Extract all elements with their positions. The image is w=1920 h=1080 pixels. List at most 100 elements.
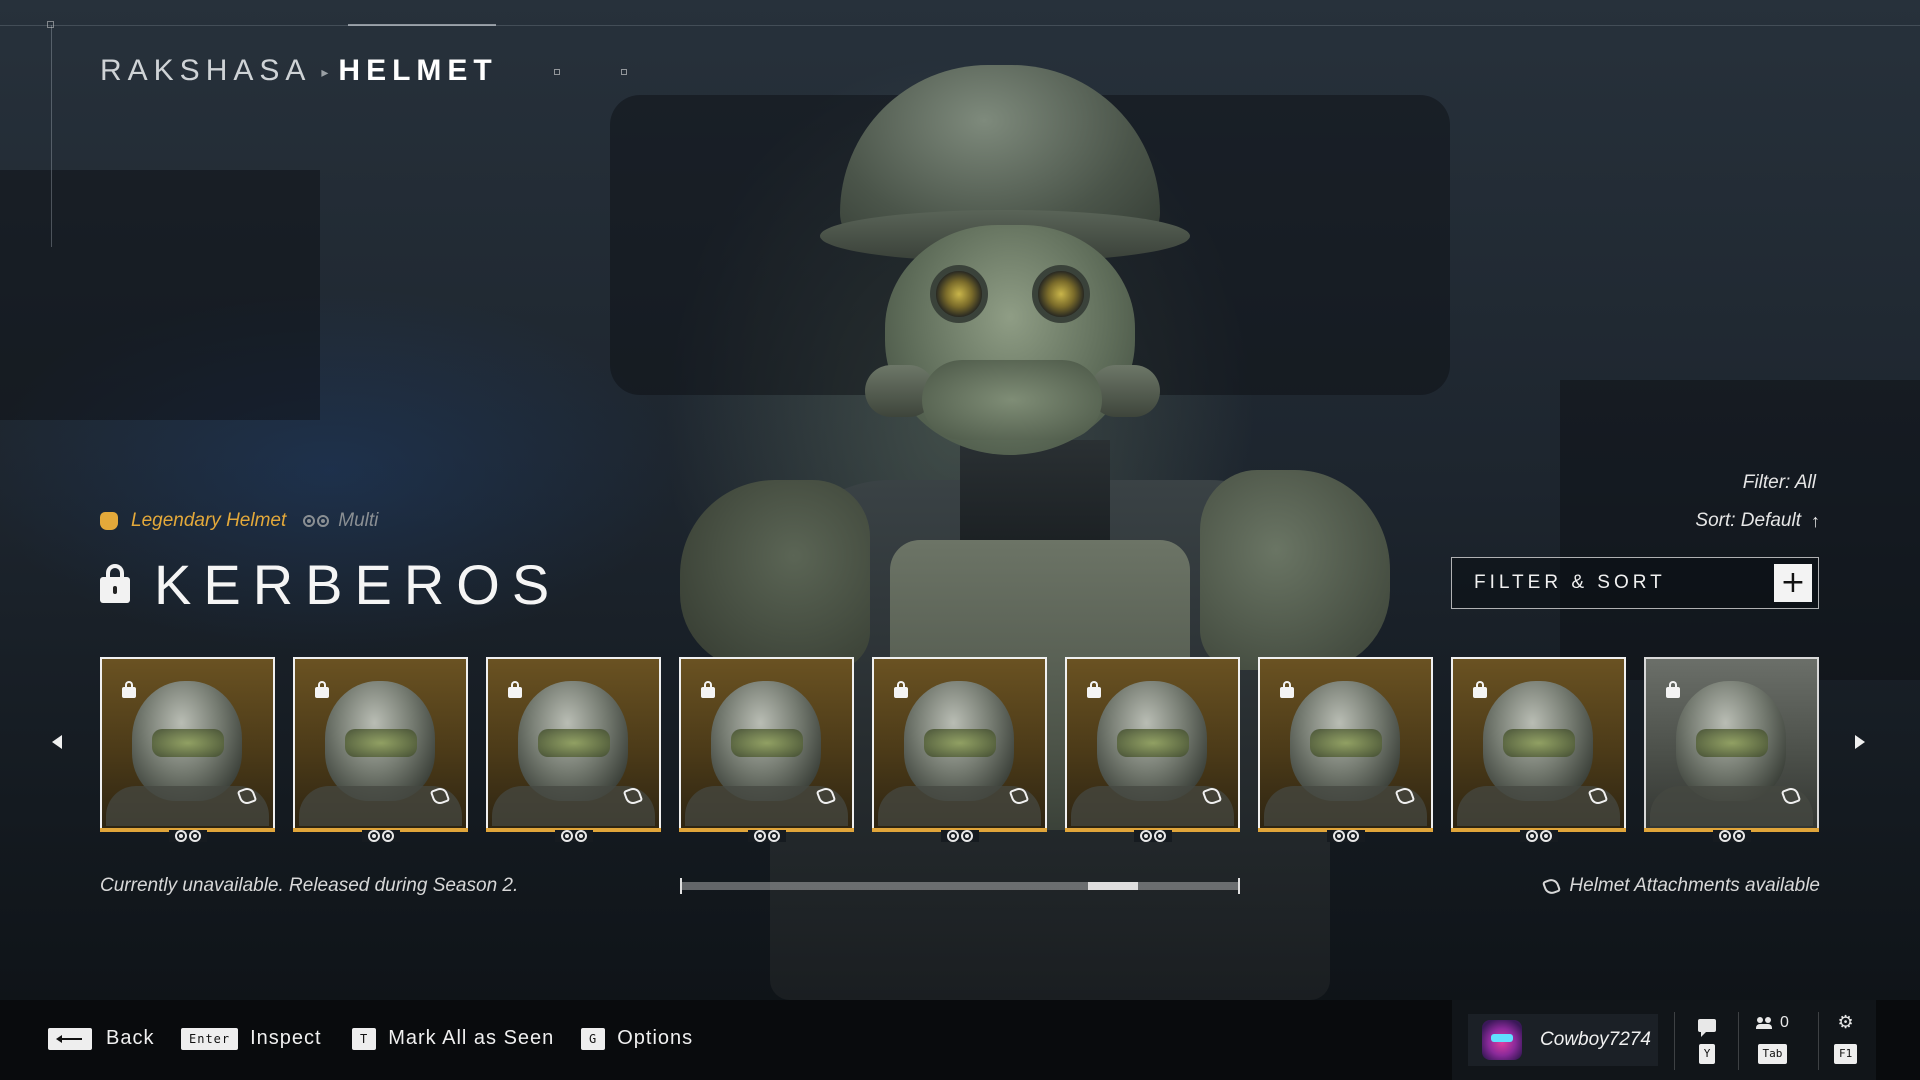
armor-shoulder-right: [1200, 470, 1390, 670]
divider: [1738, 1012, 1739, 1070]
rarity-label: Legendary Helmet: [131, 510, 287, 531]
multiplayer-icon: [1519, 830, 1558, 842]
corner-marker: [47, 21, 54, 28]
scrollbar-cap-left: [680, 878, 682, 894]
availability-status: Currently unavailable. Released during S…: [100, 875, 519, 896]
plus-icon: +: [1774, 564, 1812, 602]
multiplayer-icon: [302, 515, 330, 527]
helmet-card-5[interactable]: [872, 657, 1047, 842]
social-key: Tab: [1757, 1044, 1788, 1064]
attachments-label: Helmet Attachments available: [1569, 875, 1820, 896]
gear-icon: ⚙: [1837, 1012, 1854, 1033]
carousel-scrollbar[interactable]: [680, 878, 1240, 894]
back-hint[interactable]: Back: [48, 1027, 154, 1050]
sort-status: Sort: Default ↑: [1695, 510, 1820, 532]
top-rule-highlight: [348, 24, 496, 26]
helmet-card-8[interactable]: [1451, 657, 1626, 842]
chat-key: Y: [1698, 1044, 1716, 1064]
multiplayer-icon: [1326, 830, 1365, 842]
inspect-key: Enter: [181, 1027, 239, 1050]
options-key: G: [581, 1027, 606, 1050]
people-icon: [1756, 1017, 1772, 1029]
side-rule: [51, 25, 52, 247]
lock-icon: [894, 681, 908, 698]
mark-all-seen-hint[interactable]: T Mark All as Seen: [352, 1027, 554, 1050]
top-rule: [0, 25, 1920, 26]
scrollbar-track: [680, 882, 1240, 890]
helmet-visor: [1503, 729, 1575, 757]
helmet-visor: [1696, 729, 1768, 757]
lock-icon: [315, 681, 329, 698]
armor-shoulder-left: [680, 480, 870, 670]
filter-sort-button[interactable]: FILTER & SORT +: [1451, 557, 1819, 609]
multiplayer-icon: [168, 830, 207, 842]
mask-eye-right: [1032, 265, 1090, 323]
options-hint[interactable]: G Options: [581, 1027, 693, 1050]
item-tags: Legendary Helmet Multi: [100, 510, 378, 532]
lock-icon: [1666, 681, 1680, 698]
item-name: KERBEROS: [154, 553, 562, 616]
inspect-hint[interactable]: Enter Inspect: [181, 1027, 322, 1050]
mask-eye-left: [930, 265, 988, 323]
breadcrumb: RAKSHASA ▸ HELMET: [100, 54, 498, 88]
lock-icon: [1473, 681, 1487, 698]
helmet-card-9[interactable]: [1644, 657, 1819, 842]
breadcrumb-separator-icon: ▸: [321, 63, 329, 80]
multiplayer-icon: [747, 830, 786, 842]
helmet-visor: [1117, 729, 1189, 757]
back-label: Back: [106, 1027, 155, 1049]
settings-key: F1: [1834, 1044, 1858, 1064]
header-marker-dot: [554, 69, 560, 75]
divider: [1674, 1012, 1675, 1070]
helmet-visor: [538, 729, 610, 757]
gamertag: Cowboy7274: [1540, 1029, 1651, 1050]
mark-all-seen-label: Mark All as Seen: [388, 1027, 555, 1049]
multiplayer-icon: [554, 830, 593, 842]
helmet-carousel: [100, 657, 1820, 842]
lock-icon: [508, 681, 522, 698]
settings-button[interactable]: ⚙ F1: [1834, 1012, 1858, 1064]
attachments-info: Helmet Attachments available: [1542, 875, 1820, 897]
options-label: Options: [617, 1027, 694, 1049]
multiplayer-icon: [940, 830, 979, 842]
carousel-prev-arrow-icon[interactable]: [52, 735, 62, 749]
back-key-icon: [48, 1027, 92, 1050]
helmet-visor: [1310, 729, 1382, 757]
sort-status-label: Sort: Default: [1695, 510, 1801, 531]
mask-filter: [922, 360, 1102, 440]
helmet-visor: [731, 729, 803, 757]
mode-label: Multi: [338, 510, 379, 531]
multiplayer-icon: [361, 830, 400, 842]
carousel-next-arrow-icon[interactable]: [1855, 735, 1865, 749]
multiplayer-icon: [1712, 830, 1751, 842]
helmet-card-6[interactable]: [1065, 657, 1240, 842]
filter-status: Filter: All: [1742, 472, 1816, 493]
helmet-visor: [345, 729, 417, 757]
lock-icon: [122, 681, 136, 698]
lock-icon: [100, 563, 130, 603]
chat-icon: [1698, 1018, 1716, 1037]
breadcrumb-parent: RAKSHASA: [100, 54, 312, 87]
avatar: [1482, 1020, 1522, 1060]
chat-button[interactable]: Y: [1698, 1012, 1716, 1064]
helmet-card-4[interactable]: [679, 657, 854, 842]
divider: [1818, 1012, 1819, 1070]
helmet-card-2[interactable]: [293, 657, 468, 842]
helmet-card-7[interactable]: [1258, 657, 1433, 842]
helmet-card-3[interactable]: [486, 657, 661, 842]
player-profile[interactable]: Cowboy7274: [1468, 1014, 1658, 1066]
social-button[interactable]: 0 Tab: [1756, 1012, 1789, 1064]
player-panel: Cowboy7274 Y 0 Tab ⚙ F1: [1452, 1000, 1876, 1080]
helmet-card-1[interactable]: [100, 657, 275, 842]
multiplayer-icon: [1133, 830, 1172, 842]
scrollbar-thumb[interactable]: [1087, 882, 1139, 890]
scrollbar-cap-right: [1238, 878, 1240, 894]
breadcrumb-current: HELMET: [338, 54, 498, 87]
filter-sort-label: FILTER & SORT: [1474, 572, 1666, 593]
mark-all-seen-key: T: [352, 1027, 377, 1050]
item-title: KERBEROS: [100, 552, 561, 617]
lock-icon: [1087, 681, 1101, 698]
helmet-visor: [924, 729, 996, 757]
lock-icon: [701, 681, 715, 698]
helmet-visor: [152, 729, 224, 757]
